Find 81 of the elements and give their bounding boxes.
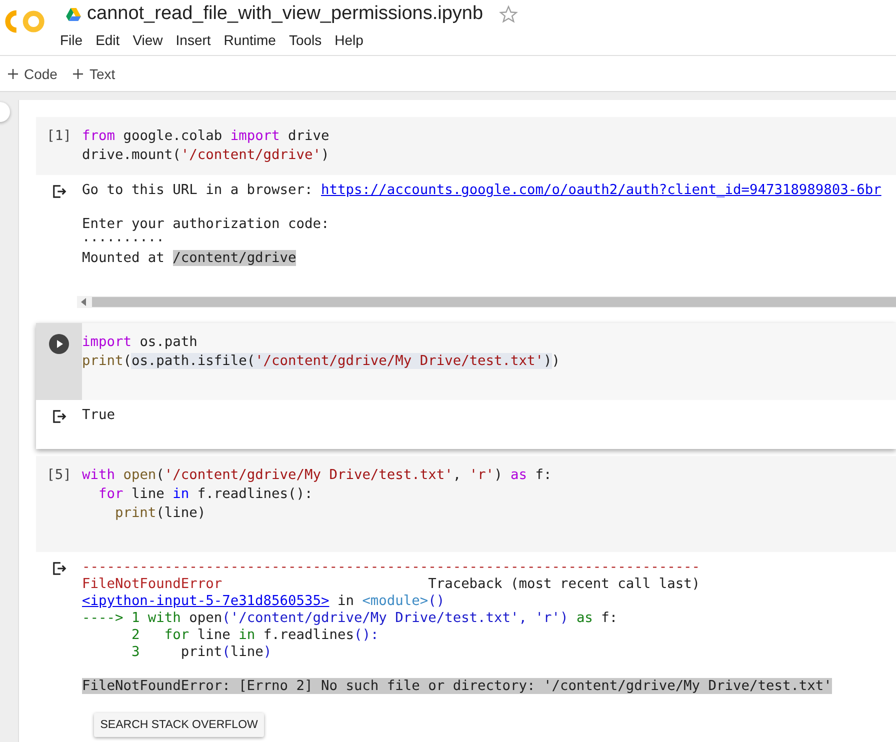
function-name: print [114,505,156,521]
keyword: from [82,128,115,144]
code-text: print [180,644,222,660]
operator: in [172,486,190,502]
traceback-code: () [428,593,445,609]
string-literal: '/content/gdrive' [180,147,321,163]
output-link[interactable]: <ipython-input-5-7e31d8560535> [82,593,330,609]
error-text: --------------------------------------------------------------------------- [82,559,700,575]
keyword: for [97,486,124,502]
execution-count: [5] [46,466,72,485]
highlighted-text: /content/gdrive [172,250,296,266]
traceback-code: (): [354,627,379,643]
traceback-code: as [575,610,593,626]
code-text: google.colab [122,128,224,144]
code-text: drive.mount( [82,147,181,163]
traceback-code: ('/content/gdrive/My Drive/test.txt', 'r') [222,610,568,626]
traceback-code: 3 [130,644,140,660]
code-text: f: [600,610,618,626]
code-text: ( [123,353,132,369]
menu-item[interactable]: Runtime [224,32,276,48]
code-text: line [130,486,166,502]
highlighted-text: FileNotFoundError: [Errno 2] No such file or directory: '/content/gdrive/My Drive/test.txt' [82,678,832,694]
menu-item[interactable]: Insert [176,32,211,48]
horizontal-scrollbar[interactable] [77,296,896,308]
code-text: line [196,627,232,643]
code-text: , [452,467,462,483]
plus-icon [73,68,84,78]
code-text: ·········· [82,233,164,249]
output-link[interactable]: https://accounts.google.com/o/oauth2/auth?client_id=947318989803-6br [320,182,882,198]
add-cell-button[interactable]: Code [2,62,64,86]
notebook-title[interactable]: cannot_read_file_with_view_permissions.ipynb [87,3,484,25]
bracket-match-highlight: os.path.isfile('/content/gdrive/My Drive/test.txt') [131,353,552,369]
menu-item[interactable]: Help [334,32,364,48]
code-text: Mounted at [82,250,166,266]
traceback-code: in [238,627,256,643]
keyword: with [82,467,115,483]
plus-icon [8,68,18,78]
drive-icon [66,8,81,20]
run-button-icon[interactable] [49,334,69,354]
code-text: ) [320,147,330,163]
code-text: f: [534,467,552,483]
code-text: Enter your authorization code: [82,216,330,232]
string-literal: 'r' [469,467,494,483]
code-text: (line) [156,505,206,521]
keyword: import [230,128,280,144]
keyword: import [82,334,132,350]
traceback-code: ( [222,644,230,660]
function-name: open [122,467,156,483]
code-text: ) [494,467,504,483]
function-name: print [82,353,124,369]
search-stack-overflow-button[interactable]: SEARCH STACK OVERFLOW [94,713,264,737]
keyword: as [510,467,528,483]
add-cell-button[interactable]: Text [67,62,122,86]
code-text: f.readlines(): [196,486,313,502]
code-text: Traceback (most recent call last) [427,576,700,592]
star-icon[interactable] [499,4,518,24]
traceback-code: ) [263,644,272,660]
string-literal: '/content/gdrive/My Drive/test.txt' [164,467,453,483]
output-icon[interactable] [52,409,66,424]
error-text: FileNotFoundError [82,576,222,592]
code-text: drive [287,128,330,144]
code-text: open [188,610,222,626]
execution-count: [1] [46,127,72,146]
menu-item[interactable]: Tools [288,32,322,48]
scroll-left-arrow-icon[interactable] [81,298,87,306]
code-text: in [336,593,355,609]
code-text: os.path [138,334,198,350]
code-text: ( [156,467,164,483]
menu-item[interactable]: View [132,32,163,48]
code-text: True [82,407,115,423]
code-text: Go to this URL in a browser: [82,182,314,198]
menu-item[interactable]: File [60,32,83,48]
code-text: line [230,644,264,660]
code-text: ) [552,353,560,369]
module-name: <module> [362,593,428,609]
menu-item[interactable]: Edit [96,32,120,48]
output-icon[interactable] [52,184,66,199]
traceback-code: ----> 1 with [82,610,181,626]
output-icon[interactable] [52,561,66,576]
code-text: f.readlines [262,627,354,643]
traceback-code: 2 for [130,627,190,643]
